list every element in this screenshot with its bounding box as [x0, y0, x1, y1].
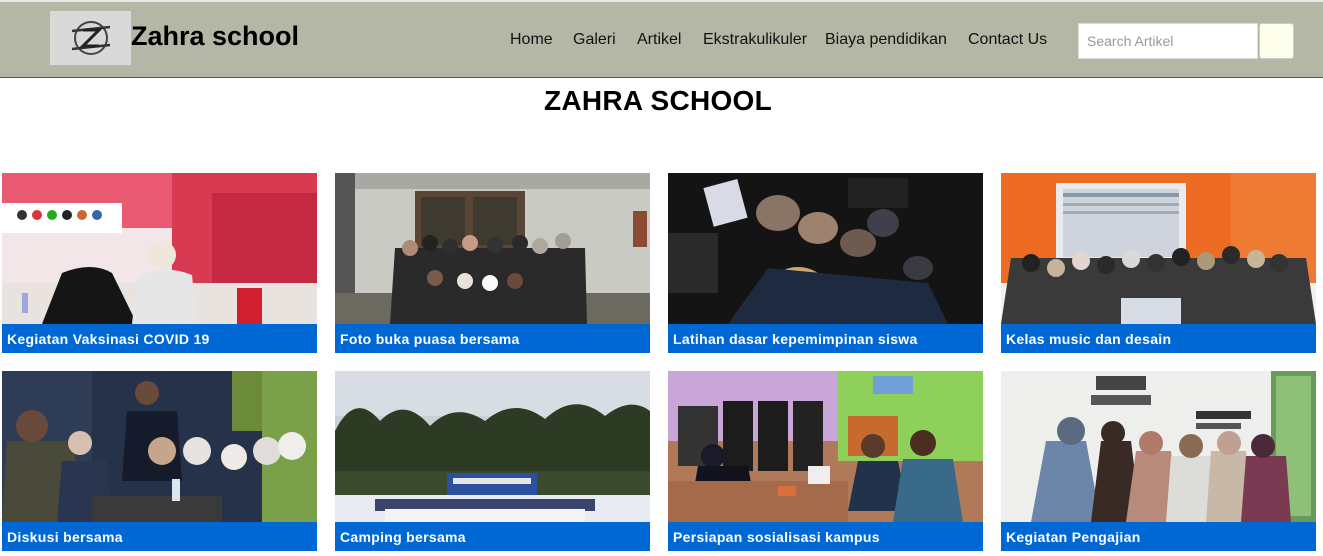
card-caption: Kelas music dan desain [1001, 324, 1316, 353]
nav-contact-us[interactable]: Contact Us [968, 31, 1047, 49]
gallery-card-kelas-music[interactable]: Kelas music dan desain [1001, 173, 1316, 353]
page-title: ZAHRA SCHOOL [543, 85, 773, 116]
gallery-card-vaksinasi[interactable]: Kegiatan Vaksinasi COVID 19 [2, 173, 317, 353]
nav-home[interactable]: Home [510, 31, 553, 49]
card-caption: Kegiatan Vaksinasi COVID 19 [2, 324, 317, 353]
nav-biaya-pendidikan[interactable]: Biaya pendidikan [825, 31, 947, 49]
nav-ekstrakulikuler[interactable]: Ekstrakulikuler [703, 31, 807, 49]
gallery-card-persiapan-sosialisasi[interactable]: Persiapan sosialisasi kampus [668, 371, 983, 551]
photo-vaksinasi [2, 173, 317, 324]
photo-latihan-dasar [668, 173, 983, 324]
card-caption: Foto buka puasa bersama [335, 324, 650, 353]
gallery-card-pengajian[interactable]: Kegiatan Pengajian [1001, 371, 1316, 551]
card-caption: Camping bersama [335, 522, 650, 551]
card-caption: Diskusi bersama [2, 522, 317, 551]
card-caption: Kegiatan Pengajian [1001, 522, 1316, 551]
gallery-card-latihan-dasar[interactable]: Latihan dasar kepemimpinan siswa [668, 173, 983, 353]
gallery-card-camping[interactable]: Camping bersama [335, 371, 650, 551]
search-button[interactable] [1259, 23, 1294, 59]
card-caption: Persiapan sosialisasi kampus [668, 522, 983, 551]
photo-diskusi [2, 371, 317, 522]
navbar: Zahra school Home Galeri Artikel Ekstrak… [0, 0, 1323, 78]
search-input[interactable] [1078, 23, 1258, 59]
photo-persiapan-sosialisasi [668, 371, 983, 522]
nav-galeri[interactable]: Galeri [573, 31, 616, 49]
card-caption: Latihan dasar kepemimpinan siswa [668, 324, 983, 353]
gallery-card-buka-puasa[interactable]: Foto buka puasa bersama [335, 173, 650, 353]
photo-pengajian [1001, 371, 1316, 522]
gallery-card-diskusi[interactable]: Diskusi bersama [2, 371, 317, 551]
photo-buka-puasa [335, 173, 650, 324]
photo-camping [335, 371, 650, 522]
photo-kelas-music [1001, 173, 1316, 324]
nav-artikel[interactable]: Artikel [637, 31, 681, 49]
